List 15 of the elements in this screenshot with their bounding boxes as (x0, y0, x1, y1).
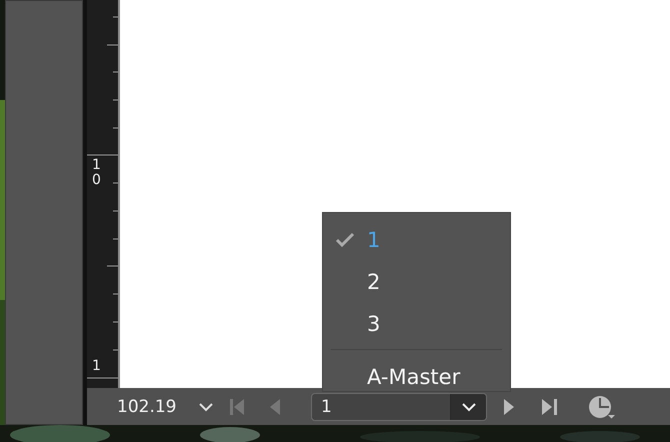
chevron-down-icon (198, 402, 214, 412)
last-page-icon (542, 398, 556, 414)
previous-page-icon (270, 398, 280, 414)
page-dropdown-button[interactable] (450, 394, 486, 420)
ruler-label: 1 (92, 359, 102, 374)
zoom-field[interactable]: 102.19 (117, 396, 195, 416)
menu-item[interactable]: 3 (323, 303, 510, 345)
first-page-icon (230, 398, 244, 414)
ruler-label: 10 (92, 158, 102, 188)
checkmark-icon (335, 232, 355, 248)
page-clock-icon (588, 394, 616, 418)
menu-item[interactable]: 2 (323, 261, 510, 303)
page-field[interactable]: 1 (311, 392, 487, 420)
chevron-down-icon (460, 402, 476, 412)
next-page-icon (504, 398, 514, 414)
